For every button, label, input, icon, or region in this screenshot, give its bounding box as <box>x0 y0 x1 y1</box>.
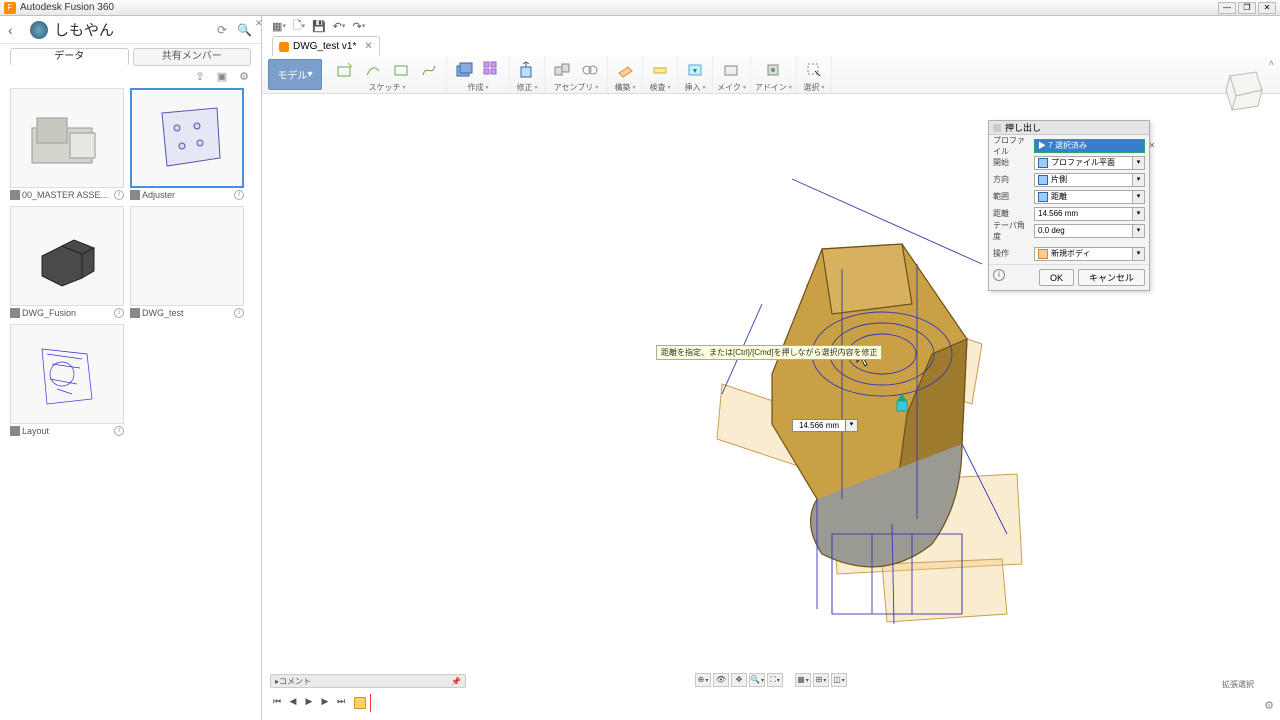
new-folder-icon[interactable]: ▣ <box>215 70 229 84</box>
redo-button[interactable]: ↷ <box>350 17 368 35</box>
timeline: ⏮ ◀ ▶ ▶ ⏭ <box>270 694 371 712</box>
sketch-create-icon[interactable] <box>332 58 358 82</box>
close-button[interactable]: ✕ <box>1258 2 1276 14</box>
doc-icon <box>279 42 289 52</box>
file-menu[interactable]: 🗋 <box>290 17 308 35</box>
operation-dropdown[interactable]: 新規ボディ▾ <box>1034 247 1145 261</box>
timeline-start[interactable]: ⏮ <box>270 696 284 710</box>
ribbon-sketch: スケッチ <box>328 56 447 93</box>
profile-selector[interactable]: ▶ 7 選択済み✕ <box>1034 139 1145 153</box>
dialog-info-icon[interactable]: i <box>993 269 1005 281</box>
close-tab-icon[interactable]: ✕ <box>364 41 372 52</box>
addins-icon[interactable] <box>760 58 786 82</box>
project-icon <box>30 21 48 39</box>
upload-icon[interactable]: ⇪ <box>193 70 207 84</box>
rect-icon[interactable] <box>388 58 414 82</box>
measure-icon[interactable] <box>647 58 673 82</box>
ribbon-addins: アドイン <box>751 56 797 93</box>
comments-panel-header[interactable]: ▸ コメント📌 <box>270 674 466 688</box>
insert-icon[interactable] <box>682 58 708 82</box>
thumb-adjuster[interactable]: Adjusteri <box>130 88 244 200</box>
settings-icon[interactable]: ⚙ <box>237 70 251 84</box>
timeline-play[interactable]: ▶ <box>302 696 316 710</box>
project-name: しもやん <box>54 19 213 40</box>
timeline-next[interactable]: ▶ <box>318 696 332 710</box>
quick-access-toolbar: ▦ 🗋 💾 ↶ ↷ <box>270 16 368 36</box>
ribbon-construct: 構築 <box>608 56 643 93</box>
distance-input[interactable]: 14.566 mm▾ <box>1034 207 1145 221</box>
timeline-marker[interactable] <box>370 694 371 712</box>
titlebar: F Autodesk Fusion 360 — ❐ ✕ <box>0 0 1280 16</box>
line-icon[interactable] <box>360 58 386 82</box>
plane-icon[interactable] <box>612 58 638 82</box>
view-cube[interactable] <box>1216 64 1268 116</box>
ribbon-create: 作成 <box>447 56 510 93</box>
minimize-button[interactable]: — <box>1218 2 1236 14</box>
cancel-button[interactable]: キャンセル <box>1078 269 1145 286</box>
make-icon[interactable] <box>718 58 744 82</box>
taper-input[interactable]: 0.0 deg▾ <box>1034 224 1145 238</box>
app-title: Autodesk Fusion 360 <box>20 2 1216 13</box>
document-tabs: DWG_test v1* ✕ <box>272 36 380 56</box>
ribbon-make: メイク <box>713 56 751 93</box>
ribbon: モデル ▾ スケッチ 作成 修正 アセン <box>262 56 1280 94</box>
viewports-button[interactable]: ◫ <box>831 673 847 687</box>
display-button[interactable]: ▦ <box>795 673 811 687</box>
thumb-dwg-fusion[interactable]: DWG_Fusioni <box>10 206 124 318</box>
viewport-tooltip: 距離を指定、または[Ctrl]/[Cmd]を押しながら選択内容を修正 <box>656 345 882 360</box>
document-tab[interactable]: DWG_test v1* ✕ <box>272 36 380 56</box>
undo-button[interactable]: ↶ <box>330 17 348 35</box>
dimension-input[interactable]: 14.566 mm▾ <box>792 419 858 432</box>
main-area: ✕ DWG_test v1* ✕ モデル ▾ スケッチ 作成 <box>262 16 1280 720</box>
data-panel: ‹ しもやん ⟳ 🔍 データ 共有メンバー ⇪ ▣ ⚙ 00_MASTER AS… <box>0 16 262 720</box>
thumb-master[interactable]: 00_MASTER ASSE...i <box>10 88 124 200</box>
select-icon[interactable] <box>801 58 827 82</box>
ribbon-select: 選択 <box>797 56 832 93</box>
extrude-dialog: 押し出し プロファイル▶ 7 選択済み✕ 開始プロファイル平面▾ 方向片側▾ 範… <box>988 120 1150 291</box>
fit-button[interactable]: ⛶ <box>767 673 783 687</box>
ribbon-modify: 修正 <box>510 56 545 93</box>
thumb-dwg-test[interactable]: DWG_testi <box>130 206 244 318</box>
grid-button[interactable]: ⊞ <box>813 673 829 687</box>
dialog-header[interactable]: 押し出し <box>989 121 1149 135</box>
joint-icon[interactable] <box>577 58 603 82</box>
start-dropdown[interactable]: プロファイル平面▾ <box>1034 156 1145 170</box>
collapse-data-panel[interactable]: ✕ <box>255 18 263 29</box>
timeline-end[interactable]: ⏭ <box>334 696 348 710</box>
look-button[interactable]: 👁 <box>713 673 729 687</box>
tab-members[interactable]: 共有メンバー <box>133 48 252 66</box>
doc-name: DWG_test v1* <box>293 41 356 52</box>
assemble-icon[interactable] <box>549 58 575 82</box>
pan-button[interactable]: ✥ <box>731 673 747 687</box>
pattern-icon[interactable] <box>479 58 505 82</box>
zoom-button[interactable]: 🔍 <box>749 673 765 687</box>
extrude-icon[interactable] <box>451 58 477 82</box>
ribbon-insert: 挿入 <box>678 56 713 93</box>
collapse-ribbon[interactable]: ˄ <box>1269 58 1274 68</box>
extent-dropdown[interactable]: 距離▾ <box>1034 190 1145 204</box>
timeline-prev[interactable]: ◀ <box>286 696 300 710</box>
navigation-bar: ⊕ 👁 ✥ 🔍 ⛶ ▦ ⊞ ◫ <box>695 672 847 688</box>
presspull-icon[interactable] <box>514 58 540 82</box>
app-icon: F <box>4 2 16 14</box>
workspace-switcher[interactable]: モデル ▾ <box>268 59 322 90</box>
extension-select-label[interactable]: 拡張選択 <box>1222 679 1254 690</box>
thumb-layout[interactable]: Layouti <box>10 324 124 436</box>
direction-dropdown[interactable]: 片側▾ <box>1034 173 1145 187</box>
refresh-button[interactable]: ⟳ <box>217 23 233 37</box>
timeline-feature[interactable] <box>354 697 366 709</box>
ribbon-inspect: 検査 <box>643 56 678 93</box>
back-button[interactable]: ‹ <box>8 22 24 38</box>
settings-gear-icon[interactable]: ⚙ <box>1264 699 1274 712</box>
ribbon-assemble: アセンブリ <box>545 56 608 93</box>
search-button[interactable]: 🔍 <box>237 23 253 37</box>
spline-icon[interactable] <box>416 58 442 82</box>
tab-data[interactable]: データ <box>10 48 129 66</box>
orbit-button[interactable]: ⊕ <box>695 673 711 687</box>
maximize-button[interactable]: ❐ <box>1238 2 1256 14</box>
grid-menu[interactable]: ▦ <box>270 17 288 35</box>
save-button[interactable]: 💾 <box>310 17 328 35</box>
ok-button[interactable]: OK <box>1039 269 1074 286</box>
